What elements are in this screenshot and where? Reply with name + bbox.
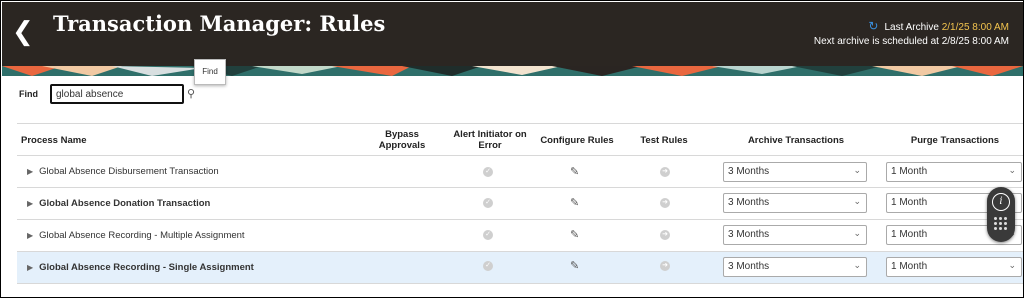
chevron-down-icon: ⌄ [853,165,861,175]
archive-select[interactable]: 3 Months ⌄ [723,257,867,277]
process-name: Global Absence Recording - Multiple Assi… [39,230,245,241]
check-icon: ✓ [483,261,493,271]
expand-icon[interactable]: ▶ [27,199,33,208]
decorative-banner [2,66,1023,76]
grid-menu-icon[interactable] [994,217,1008,231]
back-icon[interactable]: ❮ [12,19,34,45]
process-name: Global Absence Disbursement Transaction [39,166,219,177]
table-row[interactable]: ▶ Global Absence Donation Transaction [17,188,1023,219]
purge-value: 1 Month [891,261,928,272]
chevron-down-icon: ⌄ [1008,165,1016,175]
chevron-down-icon: ⌄ [853,196,861,206]
page-title: Transaction Manager: Rules [53,11,386,36]
header-test-rules[interactable]: Test Rules [631,135,697,146]
expand-icon[interactable]: ▶ [27,167,33,176]
archive-value: 3 Months [728,229,770,240]
chevron-down-icon: ⌄ [853,260,861,270]
test-rules-icon[interactable]: ➜ [660,167,670,177]
header-alert-initiator[interactable]: Alert Initiator on Error [449,129,531,151]
check-icon: ✓ [483,198,493,208]
check-icon: ✓ [483,167,493,177]
table-row[interactable]: ▶ Global Absence Recording - Multiple Ass… [17,220,1023,251]
purge-value: 1 Month [891,166,928,177]
edit-icon[interactable]: ✎ [570,228,579,241]
row-divider [17,283,1023,284]
process-name: Global Absence Recording - Single Assign… [39,262,254,273]
purge-select[interactable]: 1 Month ⌄ [886,257,1022,277]
process-name-cell[interactable]: ▶ Global Absence Recording - Multiple Ass… [27,230,245,241]
header-configure-rules[interactable]: Configure Rules [536,135,618,146]
help-widget[interactable]: i [987,187,1015,242]
last-archive-value: 2/1/25 8:00 AM [941,22,1009,33]
find-input[interactable] [50,84,184,104]
purge-value: 1 Month [891,229,928,240]
archive-value: 3 Months [728,166,770,177]
header-archive-transactions[interactable]: Archive Transactions [731,135,861,146]
expand-icon[interactable]: ▶ [27,263,33,272]
info-icon[interactable]: i [992,193,1010,211]
table-row[interactable]: ▶ Global Absence Disbursement Transaction [17,156,1023,187]
find-label: Find [19,89,38,99]
purge-value: 1 Month [891,197,928,208]
next-archive-text: Next archive is scheduled at 2/8/25 8:00… [813,36,1009,47]
edit-icon[interactable]: ✎ [570,259,579,272]
header-bypass-approvals[interactable]: Bypass Approvals [371,129,433,151]
purge-select[interactable]: 1 Month ⌄ [886,162,1022,182]
refresh-icon[interactable]: ↻ [868,19,878,33]
archive-select[interactable]: 3 Months ⌄ [723,193,867,213]
process-name: Global Absence Donation Transaction [39,198,211,209]
test-rules-icon[interactable]: ➜ [660,261,670,271]
page-frame: ❮ Transaction Manager: Rules ↻ Last Archi… [0,0,1024,298]
header-process-name[interactable]: Process Name [21,135,86,146]
chevron-down-icon: ⌄ [1008,260,1016,270]
archive-value: 3 Months [728,197,770,208]
process-name-cell[interactable]: ▶ Global Absence Recording - Single Assig… [27,262,254,273]
divider [17,123,1023,124]
edit-icon[interactable]: ✎ [570,165,579,178]
test-rules-icon[interactable]: ➜ [660,230,670,240]
table-row-selected[interactable]: ▶ Global Absence Recording - Single Assig… [17,252,1023,283]
archive-select[interactable]: 3 Months ⌄ [723,162,867,182]
edit-icon[interactable]: ✎ [570,196,579,209]
test-rules-icon[interactable]: ➜ [660,198,670,208]
check-icon: ✓ [483,230,493,240]
process-name-cell[interactable]: ▶ Global Absence Disbursement Transaction [27,166,219,177]
last-archive-label: Last Archive [884,22,939,33]
process-name-cell[interactable]: ▶ Global Absence Donation Transaction [27,198,210,209]
search-icon[interactable]: ⚲ [187,87,195,100]
archive-info: ↻ Last Archive 2/1/25 8:00 AM Next archiv… [814,19,1009,49]
header-purge-transactions[interactable]: Purge Transactions [891,135,1019,146]
expand-icon[interactable]: ▶ [27,231,33,240]
archive-select[interactable]: 3 Months ⌄ [723,225,867,245]
page-header: ❮ Transaction Manager: Rules ↻ Last Archi… [2,2,1023,66]
find-tooltip: Find [194,59,226,85]
archive-value: 3 Months [728,261,770,272]
chevron-down-icon: ⌄ [853,228,861,238]
